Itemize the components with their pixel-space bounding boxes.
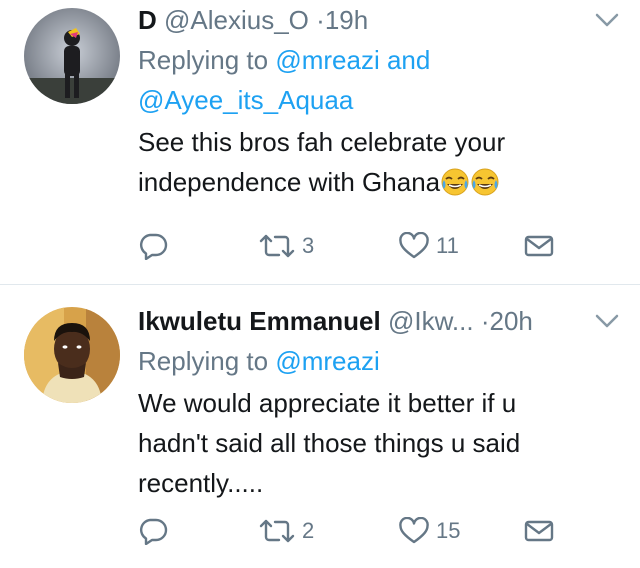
like-count: 15 — [436, 518, 461, 543]
retweet-icon — [258, 517, 296, 545]
tweet-text: See this bros fah celebrate your indepen… — [138, 122, 608, 202]
replying-to-label: Replying to — [138, 346, 276, 376]
replying-to: Replying to @mreazi and — [138, 40, 430, 80]
direct-message-button[interactable] — [524, 511, 554, 551]
tweet-text-line: See this bros fah celebrate your — [138, 127, 506, 157]
tweet-text-line: We would appreciate it better if u — [138, 388, 517, 418]
tweet-header: Ikwuletu Emmanuel @Ikw... ·20h — [138, 301, 594, 341]
tweet-text-line: recently..... — [138, 468, 264, 498]
reply-icon — [138, 232, 168, 260]
like-count: 11 — [436, 233, 459, 258]
mention-link[interactable]: @Ayee_its_Aquaa — [138, 85, 353, 115]
avatar[interactable] — [24, 307, 120, 403]
face-with-tears-of-joy-icon — [470, 167, 500, 197]
tweet-header: D @Alexius_O ·19h — [138, 0, 594, 40]
tweet-text-line: hadn't said all those things u said — [138, 428, 521, 458]
display-name[interactable]: D — [138, 5, 157, 35]
timestamp[interactable]: 19h — [325, 5, 368, 35]
mention-link[interactable]: @mreazi — [275, 346, 379, 376]
mention-link[interactable]: @mreazi — [275, 45, 379, 75]
retweet-button[interactable]: 2 — [258, 511, 314, 551]
direct-message-icon — [524, 233, 554, 259]
handle[interactable]: @Alexius_O — [164, 5, 309, 35]
chevron-down-icon[interactable] — [594, 311, 620, 331]
direct-message-button[interactable] — [524, 226, 554, 266]
retweet-count: 2 — [302, 518, 315, 543]
retweet-button[interactable]: 3 — [258, 226, 314, 266]
replying-to-line-2: @Ayee_its_Aquaa — [138, 80, 353, 120]
tweet[interactable]: Ikwuletu Emmanuel @Ikw... ·20h Replying … — [0, 284, 640, 568]
tweet[interactable]: D @Alexius_O ·19h Replying to @mreazi an… — [0, 0, 640, 284]
timestamp[interactable]: 20h — [490, 306, 533, 336]
face-with-tears-of-joy-icon — [440, 167, 470, 197]
replying-to: Replying to @mreazi — [138, 341, 380, 381]
retweet-icon — [258, 232, 296, 260]
avatar[interactable] — [24, 8, 120, 104]
retweet-count: 3 — [302, 233, 315, 258]
reply-icon — [138, 517, 168, 545]
reply-button[interactable] — [138, 226, 168, 266]
like-icon — [398, 517, 430, 545]
tweet-text-line: independence with Ghana — [138, 162, 608, 202]
display-name[interactable]: Ikwuletu Emmanuel — [138, 306, 381, 336]
reply-button[interactable] — [138, 511, 168, 551]
tweet-text: We would appreciate it better if u hadn'… — [138, 383, 608, 503]
like-button[interactable]: 11 — [398, 226, 459, 266]
separator: · — [480, 306, 490, 336]
tweet-actions: 2 15 — [138, 511, 578, 551]
like-button[interactable]: 15 — [398, 511, 460, 551]
tweet-actions: 3 11 — [138, 226, 578, 266]
replying-to-label: Replying to — [138, 45, 276, 75]
separator: · — [316, 5, 325, 35]
handle[interactable]: @Ikw... — [388, 306, 474, 336]
chevron-down-icon[interactable] — [594, 10, 620, 30]
like-icon — [398, 232, 430, 260]
mention-joiner: and — [379, 45, 431, 75]
direct-message-icon — [524, 518, 554, 544]
